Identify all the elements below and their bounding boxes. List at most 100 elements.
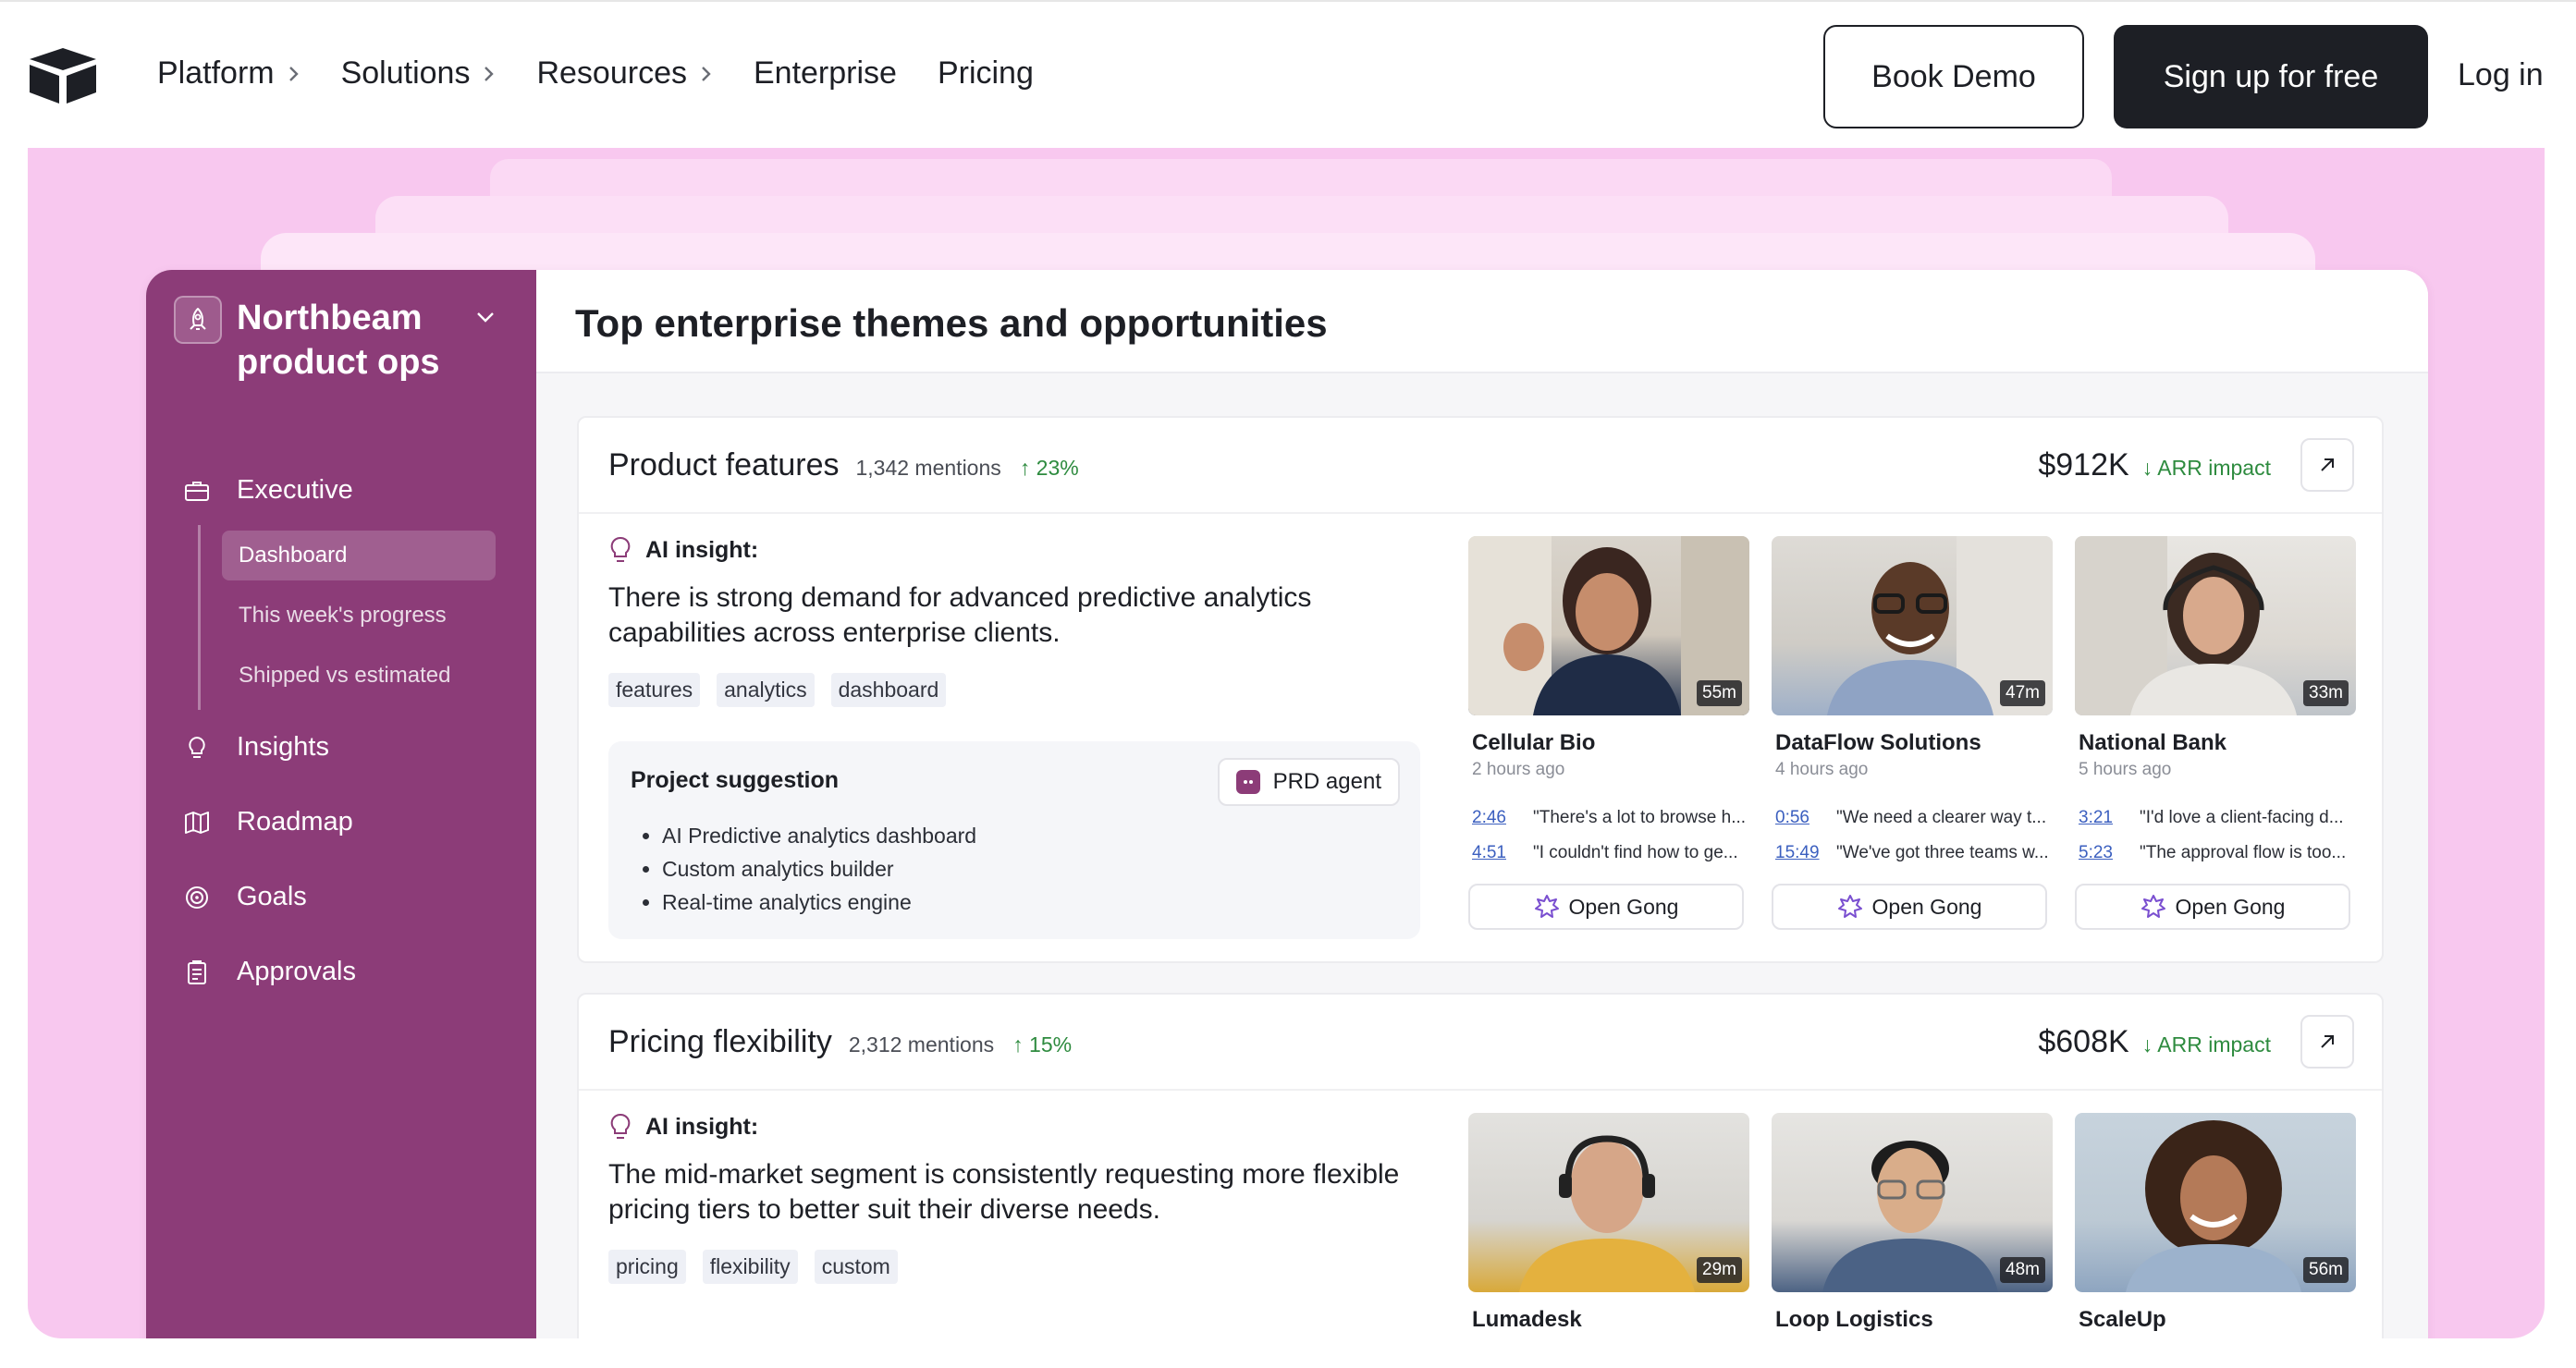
call-thumbnail[interactable]: 56m <box>2075 1113 2356 1292</box>
top-navigation: Platform Solutions Resources Enterprise … <box>0 0 2576 148</box>
chevron-right-icon <box>288 66 299 81</box>
arr-impact: $608K ↓ ARR impact <box>2038 1024 2271 1060</box>
arrow-up-right-icon <box>2321 458 2334 471</box>
ai-insight-text: There is strong demand for advanced pred… <box>608 582 1312 648</box>
call-card: 55m Cellular Bio 2 hours ago 2:46 "There'… <box>1468 536 1749 930</box>
quote-row: 4:51 "I couldn't find how to ge... <box>1472 836 1749 871</box>
hero-background: Northbeam product ops Executive Dashboar… <box>28 148 2545 1338</box>
trend-badge: ↑ 23% <box>1020 456 1079 480</box>
call-company: ScaleUp <box>2079 1307 2166 1332</box>
book-demo-button[interactable]: Book Demo <box>1823 25 2084 128</box>
call-list: 29m Lumadesk 48m Loop Logistics 56m Scal… <box>1468 1113 2356 1333</box>
chevron-right-icon <box>702 66 711 81</box>
project-suggestion-title: Project suggestion <box>631 767 840 793</box>
quote-timestamp-link[interactable]: 3:21 <box>2079 800 2134 836</box>
nav-solutions-label: Solutions <box>340 55 471 91</box>
open-theme-button[interactable] <box>2300 1015 2354 1069</box>
prd-agent-button[interactable]: PRD agent <box>1217 758 1400 806</box>
call-thumbnail[interactable]: 48m <box>1772 1113 2053 1292</box>
agent-icon <box>1235 770 1260 794</box>
call-card: 47m DataFlow Solutions 4 hours ago 0:56 "… <box>1772 536 2053 930</box>
open-gong-button[interactable]: Open Gong <box>1772 884 2047 930</box>
submenu-guide-line <box>198 525 201 710</box>
open-gong-button[interactable]: Open Gong <box>1468 884 1744 930</box>
tag[interactable]: custom <box>814 1250 898 1284</box>
sidebar-item-label: Executive <box>237 475 353 505</box>
ai-insight-text: The mid-market segment is consistently r… <box>608 1159 1400 1225</box>
open-theme-button[interactable] <box>2300 438 2354 492</box>
nav-resources[interactable]: Resources <box>536 55 713 92</box>
mentions-count: 2,312 mentions <box>848 1032 995 1057</box>
sidebar-item-goals[interactable]: Goals <box>183 882 307 912</box>
nav-solutions[interactable]: Solutions <box>341 55 497 92</box>
sidebar-item-approvals[interactable]: Approvals <box>183 957 356 987</box>
sidebar-item-executive[interactable]: Executive <box>183 475 353 506</box>
workspace-name[interactable]: Northbeam product ops <box>237 296 477 385</box>
sidebar-subitem-weekly-progress[interactable]: This week's progress <box>222 591 496 641</box>
sidebar-item-roadmap[interactable]: Roadmap <box>183 807 353 837</box>
open-gong-label: Open Gong <box>1568 894 1679 919</box>
app-window: Northbeam product ops Executive Dashboar… <box>146 270 2428 1338</box>
call-quotes: 2:46 "There's a lot to browse h... 4:51 "I… <box>1472 800 1749 871</box>
sidebar-item-label: Goals <box>237 882 307 911</box>
sidebar-subitem-shipped-vs-estimated[interactable]: Shipped vs estimated <box>222 651 496 701</box>
call-company: DataFlow Solutions <box>1775 730 1981 755</box>
logo-icon[interactable] <box>28 46 98 105</box>
call-company: Cellular Bio <box>1472 730 1596 755</box>
arrow-down-icon: ↓ <box>2141 1032 2158 1057</box>
sidebar-item-insights[interactable]: Insights <box>183 732 329 763</box>
open-gong-button[interactable]: Open Gong <box>2075 884 2350 930</box>
arrow-up-right-icon <box>2321 1035 2334 1048</box>
sidebar-subitem-dashboard[interactable]: Dashboard <box>222 531 496 580</box>
call-duration: 56m <box>2303 1257 2349 1283</box>
quote-timestamp-link[interactable]: 15:49 <box>1775 836 1831 871</box>
quote-row: 2:46 "There's a lot to browse h... <box>1472 800 1749 836</box>
call-quotes: 3:21 "I'd love a client-facing d... 5:23 "… <box>2079 800 2356 871</box>
tag[interactable]: dashboard <box>830 673 947 707</box>
gong-icon <box>1837 895 1862 918</box>
mentions-count: 1,342 mentions <box>855 456 1001 480</box>
sign-up-button[interactable]: Sign up for free <box>2114 25 2428 128</box>
call-thumbnail[interactable]: 47m <box>1772 536 2053 715</box>
quote-row: 0:56 "We need a clearer way t... <box>1775 800 2053 836</box>
quote-row: 5:23 "The approval flow is too... <box>2079 836 2356 871</box>
map-icon <box>185 811 209 834</box>
quote-text: "We've got three teams w... <box>1836 843 2049 862</box>
quote-timestamp-link[interactable]: 5:23 <box>2079 836 2134 871</box>
chevron-down-icon[interactable] <box>475 311 496 324</box>
call-thumbnail[interactable]: 29m <box>1468 1113 1749 1292</box>
tag[interactable]: analytics <box>717 673 815 707</box>
call-thumbnail[interactable]: 33m <box>2075 536 2356 715</box>
call-thumbnail[interactable]: 55m <box>1468 536 1749 715</box>
tag[interactable]: pricing <box>608 1250 686 1284</box>
arr-value: $608K <box>2038 1024 2129 1059</box>
quote-row: 3:21 "I'd love a client-facing d... <box>2079 800 2356 836</box>
quote-timestamp-link[interactable]: 4:51 <box>1472 836 1527 871</box>
nav-links: Platform Solutions Resources Enterprise … <box>157 55 1074 92</box>
lightbulb-icon <box>189 736 205 758</box>
target-icon <box>186 886 208 909</box>
call-duration: 29m <box>1697 1257 1742 1283</box>
project-item: AI Predictive analytics dashboard <box>662 819 976 852</box>
nav-platform[interactable]: Platform <box>157 55 301 92</box>
tag[interactable]: features <box>608 673 701 707</box>
call-company: Loop Logistics <box>1775 1307 1933 1332</box>
nav-resources-label: Resources <box>536 55 687 91</box>
quote-text: "There's a lot to browse h... <box>1533 808 1747 827</box>
theme-title: Pricing flexibility <box>608 1024 832 1059</box>
call-time: 2 hours ago <box>1472 760 1565 779</box>
quote-timestamp-link[interactable]: 0:56 <box>1775 800 1831 836</box>
tag[interactable]: flexibility <box>702 1250 798 1284</box>
nav-enterprise[interactable]: Enterprise <box>754 55 897 92</box>
quote-timestamp-link[interactable]: 2:46 <box>1472 800 1527 836</box>
arr-label: ↓ ARR impact <box>2142 1032 2271 1057</box>
call-company: National Bank <box>2079 730 2227 755</box>
trend-value: 23% <box>1036 456 1079 480</box>
quote-text: "I'd love a client-facing d... <box>2140 808 2344 827</box>
trend-badge: ↑ 15% <box>1012 1032 1072 1057</box>
briefcase-icon <box>185 481 209 501</box>
quote-text: "We need a clearer way t... <box>1836 808 2047 827</box>
nav-pricing[interactable]: Pricing <box>938 55 1034 92</box>
log-in-link[interactable]: Log in <box>2458 57 2544 93</box>
theme-title-row: Product features 1,342 mentions ↑ 23% <box>608 447 1079 483</box>
